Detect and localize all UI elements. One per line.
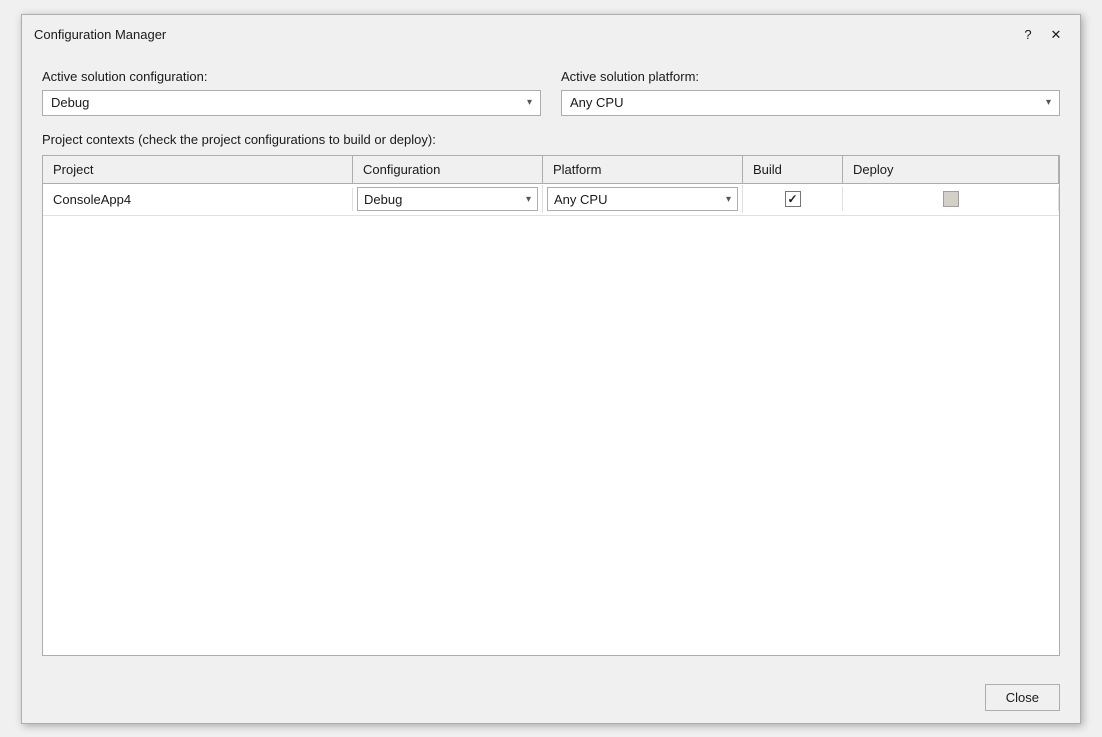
cell-project-name: ConsoleApp4 <box>43 188 353 211</box>
title-bar-left: Configuration Manager <box>34 27 166 42</box>
top-row: Active solution configuration: Debug ▾ A… <box>42 69 1060 116</box>
table-header: Project Configuration Platform Build Dep… <box>43 156 1059 184</box>
cell-build <box>743 187 843 211</box>
active-platform-value: Any CPU <box>570 95 623 110</box>
row-config-dropdown[interactable]: Debug ▾ <box>357 187 538 211</box>
active-config-label: Active solution configuration: <box>42 69 541 84</box>
active-config-value: Debug <box>51 95 89 110</box>
deploy-checkbox[interactable] <box>943 191 959 207</box>
cell-deploy <box>843 187 1059 211</box>
close-button[interactable]: Close <box>985 684 1060 711</box>
dialog-footer: Close <box>22 672 1080 723</box>
row-config-arrow: ▾ <box>526 194 531 205</box>
project-table: Project Configuration Platform Build Dep… <box>42 155 1060 656</box>
title-bar-controls: ? ✕ <box>1016 23 1068 47</box>
cell-platform: Any CPU ▾ <box>543 185 743 213</box>
cell-configuration: Debug ▾ <box>353 185 543 213</box>
table-row: ConsoleApp4 Debug ▾ Any CPU ▾ <box>43 184 1059 216</box>
active-config-arrow: ▾ <box>527 97 532 108</box>
build-checkbox[interactable] <box>785 191 801 207</box>
close-title-button[interactable]: ✕ <box>1044 23 1068 47</box>
col-header-deploy: Deploy <box>843 156 1059 183</box>
col-header-configuration: Configuration <box>353 156 543 183</box>
col-header-project: Project <box>43 156 353 183</box>
table-body: ConsoleApp4 Debug ▾ Any CPU ▾ <box>43 184 1059 655</box>
active-config-group: Active solution configuration: Debug ▾ <box>42 69 541 116</box>
title-bar: Configuration Manager ? ✕ <box>22 15 1080 53</box>
col-header-platform: Platform <box>543 156 743 183</box>
active-platform-dropdown[interactable]: Any CPU ▾ <box>561 90 1060 116</box>
active-platform-arrow: ▾ <box>1046 97 1051 108</box>
help-button[interactable]: ? <box>1016 23 1040 47</box>
row-platform-value: Any CPU <box>554 192 607 207</box>
active-platform-group: Active solution platform: Any CPU ▾ <box>561 69 1060 116</box>
project-contexts-label: Project contexts (check the project conf… <box>42 132 1060 147</box>
configuration-manager-dialog: Configuration Manager ? ✕ Active solutio… <box>21 14 1081 724</box>
dialog-body: Active solution configuration: Debug ▾ A… <box>22 53 1080 672</box>
active-config-dropdown[interactable]: Debug ▾ <box>42 90 541 116</box>
col-header-build: Build <box>743 156 843 183</box>
row-config-value: Debug <box>364 192 402 207</box>
active-platform-label: Active solution platform: <box>561 69 1060 84</box>
row-platform-dropdown[interactable]: Any CPU ▾ <box>547 187 738 211</box>
dialog-title: Configuration Manager <box>34 27 166 42</box>
row-platform-arrow: ▾ <box>726 194 731 205</box>
